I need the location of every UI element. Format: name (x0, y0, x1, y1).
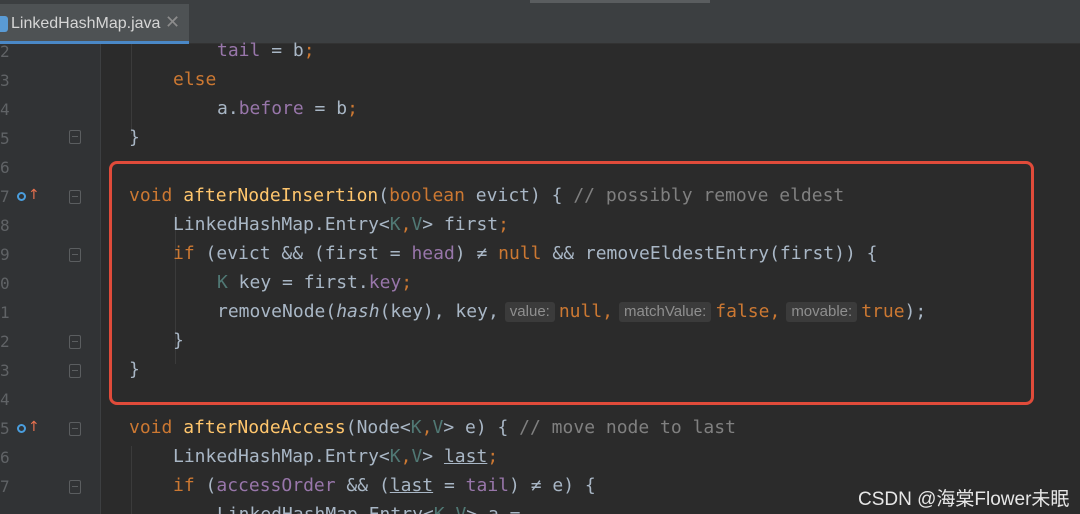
editor-gutter (0, 44, 100, 514)
line-number: 4 (0, 100, 10, 119)
code-line: LinkedHashMap.Entry<K,V> a = (217, 503, 520, 514)
line-number: 2 (0, 332, 10, 351)
line-number: 7 (0, 187, 10, 206)
override-marker-icon[interactable]: ↑ (17, 187, 40, 205)
line-number: 3 (0, 71, 10, 90)
line-number: 8 (0, 216, 10, 235)
java-class-icon (0, 16, 8, 32)
tab-linkedhashmap-java[interactable]: LinkedHashMap.java ✕ (0, 4, 189, 44)
window-title-strip (530, 0, 710, 3)
tab-label: LinkedHashMap.java (11, 15, 161, 32)
override-ring-icon (17, 192, 26, 201)
code-line: else (173, 69, 217, 90)
arrow-up-icon: ↑ (28, 419, 40, 435)
indent-guide (131, 446, 132, 514)
fold-marker-icon[interactable] (69, 364, 81, 378)
close-icon[interactable]: ✕ (165, 12, 180, 34)
code-line: LinkedHashMap.Entry<K,V> last; (173, 446, 499, 467)
line-number: 2 (0, 42, 10, 61)
code-line: if (accessOrder && (last = tail) ≠ e) { (173, 475, 596, 496)
line-number: 4 (0, 390, 10, 409)
override-marker-icon[interactable]: ↑ (17, 419, 40, 437)
line-number: 5 (0, 419, 10, 438)
line-number: 6 (0, 158, 10, 177)
code-line: void afterNodeAccess(Node<K,V> e) { // m… (129, 417, 736, 438)
fold-marker-icon[interactable] (69, 335, 81, 349)
line-number: 5 (0, 129, 10, 148)
line-number: 7 (0, 477, 10, 496)
code-line: } (129, 127, 140, 148)
fold-marker-icon[interactable] (69, 248, 81, 262)
fold-marker-icon[interactable] (69, 130, 81, 144)
code-line: tail = b; (217, 40, 315, 61)
line-number: 3 (0, 361, 10, 380)
indent-guide (131, 44, 132, 134)
fold-marker-icon[interactable] (69, 190, 81, 204)
watermark: CSDN @海棠Flower未眠 (858, 489, 1070, 510)
fold-marker-icon[interactable] (69, 422, 81, 436)
line-number: 0 (0, 274, 10, 293)
gutter-separator (100, 44, 101, 514)
fold-marker-icon[interactable] (69, 480, 81, 494)
editor-tab-bar: LinkedHashMap.java ✕ (0, 0, 1080, 44)
line-number: 6 (0, 448, 10, 467)
override-ring-icon (17, 424, 26, 433)
line-number: 1 (0, 303, 10, 322)
line-number: 9 (0, 245, 10, 264)
highlight-box (109, 161, 1034, 405)
arrow-up-icon: ↑ (28, 187, 40, 203)
code-line: a.before = b; (217, 98, 358, 119)
